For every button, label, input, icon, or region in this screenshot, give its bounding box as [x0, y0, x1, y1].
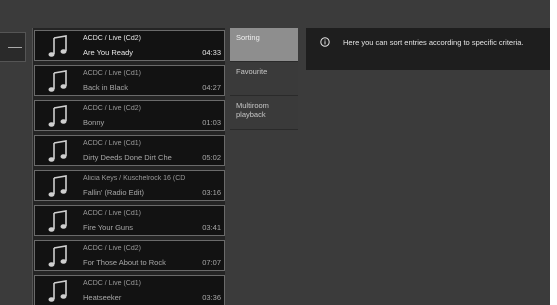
track-duration: 07:07 [202, 258, 221, 267]
track-row[interactable]: ACDC / Live (Cd2) For Those About to Rock… [34, 240, 225, 271]
track-duration: 04:33 [202, 48, 221, 57]
options-menu: Sorting Favourite Multiroom playback [230, 28, 298, 131]
track-row[interactable]: ACDC / Live (Cd2) Bonny 01:03 [34, 100, 225, 131]
track-title: Bonny [83, 118, 105, 127]
track-artist: ACDC / Live (Cd2) [83, 245, 141, 252]
track-row[interactable]: ACDC / Live (Cd1) Heatseeker 03:36 [34, 275, 225, 305]
media-screen: ACDC / Live (Cd2) Are You Ready 04:33 ACDC … [0, 0, 550, 305]
track-duration: 05:02 [202, 153, 221, 162]
menu-item-favourite[interactable]: Favourite [230, 62, 298, 96]
track-artist: ACDC / Live (Cd1) [83, 140, 141, 147]
track-list[interactable]: ACDC / Live (Cd2) Are You Ready 04:33 ACDC … [32, 28, 225, 305]
music-note-icon [45, 34, 71, 59]
info-circle-icon [320, 37, 330, 47]
track-title: Dirty Deeds Done Dirt Che [83, 153, 172, 162]
music-note-icon [45, 104, 71, 129]
track-artist: ACDC / Live (Cd1) [83, 70, 141, 77]
track-row[interactable]: ACDC / Live (Cd1) Back in Black 04:27 [34, 65, 225, 96]
track-duration: 01:03 [202, 118, 221, 127]
music-note-icon [45, 209, 71, 234]
menu-item-sorting[interactable]: Sorting [230, 28, 298, 62]
track-artist: ACDC / Live (Cd2) [83, 35, 141, 42]
music-note-icon [45, 279, 71, 304]
track-title: For Those About to Rock [83, 258, 166, 267]
music-note-icon [45, 139, 71, 164]
track-row[interactable]: Alicia Keys / Kuschelrock 16 (CD Fallin' … [34, 170, 225, 201]
track-artist: ACDC / Live (Cd1) [83, 210, 141, 217]
dash-icon [8, 47, 22, 48]
track-duration: 03:16 [202, 188, 221, 197]
info-text: Here you can sort entries according to s… [343, 38, 524, 47]
track-artist: Alicia Keys / Kuschelrock 16 (CD [83, 175, 186, 182]
track-artist: ACDC / Live (Cd2) [83, 105, 141, 112]
track-title: Are You Ready [83, 48, 134, 57]
track-artist: ACDC / Live (Cd1) [83, 280, 141, 287]
track-title: Heatseeker [83, 293, 122, 302]
track-row[interactable]: ACDC / Live (Cd1) Dirty Deeds Done Dirt C… [34, 135, 225, 166]
track-row[interactable]: ACDC / Live (Cd2) Are You Ready 04:33 [34, 30, 225, 61]
music-note-icon [45, 69, 71, 94]
previous-panel-edge[interactable] [0, 32, 26, 62]
track-duration: 04:27 [202, 83, 221, 92]
info-panel: Here you can sort entries according to s… [306, 28, 550, 70]
track-title: Fire Your Guns [83, 223, 134, 232]
track-duration: 03:41 [202, 223, 221, 232]
music-note-icon [45, 244, 71, 269]
music-note-icon [45, 174, 71, 199]
track-title: Fallin' (Radio Edit) [83, 188, 145, 197]
track-duration: 03:36 [202, 293, 221, 302]
menu-item-multiroom-playback[interactable]: Multiroom playback [230, 96, 298, 130]
track-title: Back in Black [83, 83, 129, 92]
track-row[interactable]: ACDC / Live (Cd1) Fire Your Guns 03:41 [34, 205, 225, 236]
